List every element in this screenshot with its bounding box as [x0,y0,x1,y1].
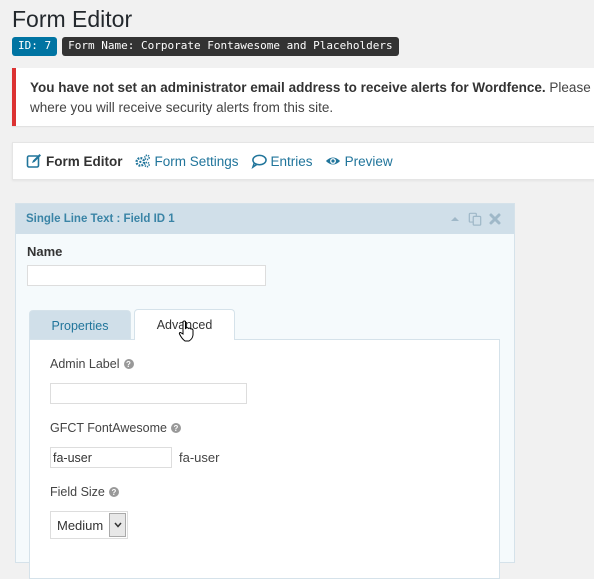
form-badges: ID: 7 Form Name: Corporate Fontawesome a… [12,37,399,56]
form-name-badge: Form Name: Corporate Fontawesome and Pla… [62,37,399,56]
comment-icon [251,153,267,169]
wordfence-notice: You have not set an administrator email … [12,68,594,126]
field-header-title: Single Line Text : Field ID 1 [26,213,175,225]
toolbar-preview[interactable]: Preview [325,153,393,169]
notice-line-2: where you will receive security alerts f… [30,100,334,115]
admin-label-input[interactable] [50,383,247,404]
fontawesome-input[interactable]: fa-user [50,447,172,468]
toolbar-form-editor[interactable]: Form Editor [26,153,123,169]
field-actions [448,212,514,226]
name-preview-input[interactable] [27,265,266,286]
notice-text: Please [545,80,594,95]
hand-cursor-icon [178,320,194,347]
fontawesome-label: GFCT FontAwesome ? [50,421,181,435]
field-name-label: Name [27,244,63,259]
gears-icon [134,153,151,169]
field-size-value: Medium [57,517,104,533]
edit-icon [26,153,42,169]
admin-label-text: Admin Label [50,357,120,371]
eye-icon [325,153,341,169]
help-icon[interactable]: ? [170,423,181,433]
toolbar-form-settings[interactable]: Form Settings [134,153,239,169]
toolbar-entries[interactable]: Entries [251,153,313,169]
fontawesome-preview: fa-user [179,450,220,465]
collapse-icon[interactable] [448,212,462,226]
field-header[interactable]: Single Line Text : Field ID 1 [16,204,514,234]
field-editor-box: Single Line Text : Field ID 1 Name Prope… [15,203,515,579]
help-icon[interactable]: ? [123,359,134,369]
chevron-down-icon[interactable] [109,513,126,537]
notice-line-1: You have not set an administrator email … [30,78,594,98]
toolbar-label: Preview [344,153,393,169]
toolbar-label: Form Editor [46,153,123,169]
duplicate-icon[interactable] [468,212,482,226]
fontawesome-label-text: GFCT FontAwesome [50,421,167,435]
delete-icon[interactable] [488,212,502,226]
admin-label-label: Admin Label ? [50,357,134,371]
field-size-label: Field Size ? [50,485,119,499]
toolbar-label: Form Settings [154,153,239,169]
form-toolbar: Form Editor Form Settings Entries Previe… [12,142,594,180]
form-id-badge: ID: 7 [12,37,58,56]
page-title: Form Editor [12,6,133,32]
field-size-select[interactable]: Medium [50,511,128,539]
advanced-panel: Admin Label ? GFCT FontAwesome ? fa-user… [29,339,500,579]
field-size-label-text: Field Size [50,485,105,499]
help-icon[interactable]: ? [108,487,119,497]
toolbar-label: Entries [270,153,313,169]
notice-bold-text: You have not set an administrator email … [30,80,546,95]
tab-properties[interactable]: Properties [29,310,131,340]
